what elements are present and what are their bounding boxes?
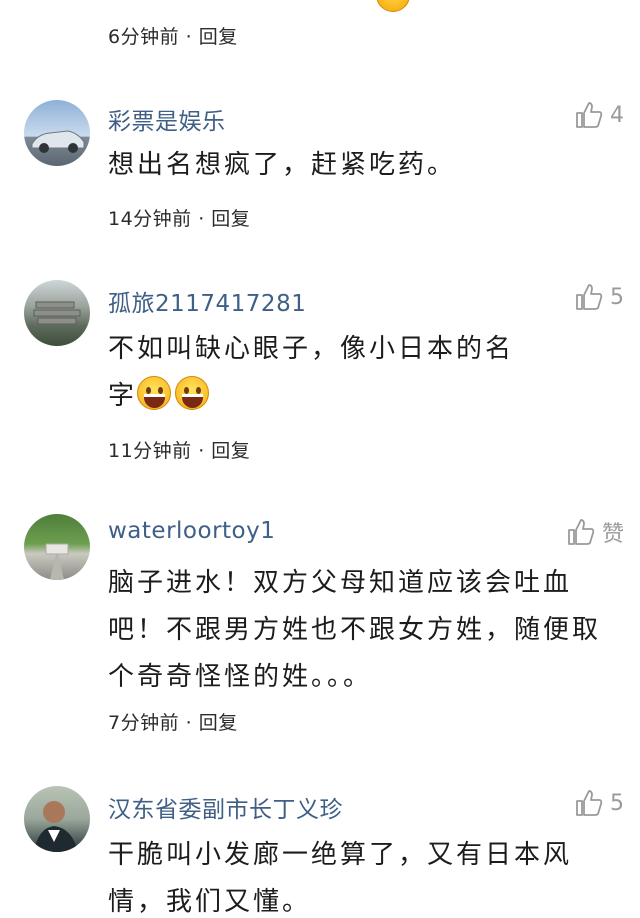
like-button[interactable]: 5: [574, 282, 624, 312]
comment-text-fragment: 字: [108, 381, 138, 411]
comment-meta[interactable]: 6分钟前 · 回复: [108, 22, 238, 49]
comment-text: 不如叫缺心眼子，像小日本的名 字: [108, 326, 608, 420]
comment-text: 干脆叫小发廊一绝算了，又有日本风 情，我们又懂。: [108, 832, 608, 918]
like-count: 5: [610, 284, 624, 310]
thumbs-up-icon: [568, 519, 595, 545]
previous-comment-partial: [0, 0, 640, 60]
comment-meta[interactable]: 11分钟前 · 回复: [108, 436, 250, 463]
like-button[interactable]: 5: [574, 788, 624, 818]
thumbs-up-icon: [576, 790, 603, 816]
avatar[interactable]: [24, 280, 90, 346]
comment-text-line: 不如叫缺心眼子，像小日本的名: [108, 334, 515, 364]
comment-text-line: 情，我们又懂。: [108, 887, 312, 917]
comment-text-line: 字: [108, 373, 608, 420]
like-count: 4: [610, 102, 624, 128]
username[interactable]: 汉东省委副市长丁义珍: [108, 790, 343, 824]
grinning-face-icon: [175, 376, 210, 410]
like-count: 5: [610, 790, 624, 816]
comment-meta[interactable]: 14分钟前 · 回复: [108, 204, 250, 231]
like-label: 赞: [601, 522, 624, 547]
grinning-face-icon: [137, 376, 172, 410]
username[interactable]: 彩票是娱乐: [108, 102, 226, 136]
comment-text-line: 吧！不跟男方姓也不跟女方姓，随便取: [108, 615, 602, 645]
comment-text-line: 个奇奇怪怪的姓。。。: [108, 662, 373, 692]
thumbs-up-icon: [576, 102, 603, 128]
username[interactable]: waterloortoy1: [108, 518, 275, 544]
comment-meta[interactable]: 7分钟前 · 回复: [108, 708, 238, 735]
comment-text-line: 干脆叫小发廊一绝算了，又有日本风: [108, 840, 573, 870]
grinning-face-icon: [376, 0, 410, 12]
comment-text: 想出名想疯了，赶紧吃药。: [108, 150, 457, 180]
thumbs-up-icon: [576, 284, 603, 310]
avatar[interactable]: [24, 786, 90, 852]
avatar[interactable]: [24, 514, 90, 580]
comment-text: 脑子进水！双方父母知道应该会吐血 吧！不跟男方姓也不跟女方姓，随便取 个奇奇怪怪…: [108, 560, 608, 701]
like-button[interactable]: 4: [574, 100, 624, 130]
comment-text-line: 脑子进水！双方父母知道应该会吐血: [108, 568, 573, 598]
like-button[interactable]: 赞: [566, 516, 624, 548]
username[interactable]: 孤旅2117417281: [108, 284, 306, 318]
avatar[interactable]: [24, 100, 90, 166]
